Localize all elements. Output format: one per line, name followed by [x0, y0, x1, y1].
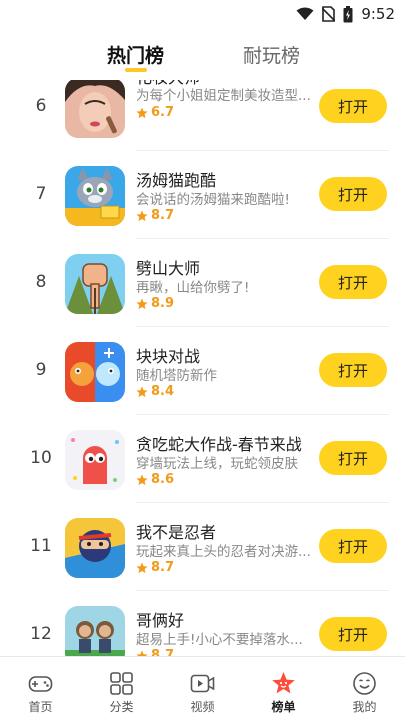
rank-number: 6: [35, 96, 47, 116]
divider: [136, 502, 389, 503]
app-icon-snake[interactable]: [65, 430, 125, 490]
rank-number: 7: [35, 184, 47, 204]
nav-label: 我的: [352, 700, 377, 714]
open-button[interactable]: 打开: [319, 441, 387, 475]
nav-label: 首页: [28, 700, 53, 714]
app-description: 会说话的汤姆猫来跑酷啦!: [136, 192, 290, 208]
divider: [136, 326, 389, 327]
nav-label: 榜单: [271, 700, 296, 714]
app-rating: 8.6: [136, 472, 174, 487]
nav-label: 视频: [190, 700, 215, 714]
video-icon: [190, 674, 215, 693]
open-button[interactable]: 打开: [319, 265, 387, 299]
nav-video[interactable]: 视频: [162, 657, 243, 720]
rank-number: 11: [30, 536, 52, 556]
list-item[interactable]: 11 我不是忍者 玩起来真上头的忍者对决游... 8.7 打开: [0, 504, 405, 592]
app-icon-makeup[interactable]: [65, 80, 125, 138]
rating-value: 8.7: [151, 560, 175, 575]
nav-label: 分类: [109, 700, 134, 714]
app-description: 穿墙玩法上线，玩蛇领皮肤: [136, 456, 298, 472]
ranking-tabs: 热门榜 耐玩榜: [0, 28, 405, 80]
rating-value: 8.4: [151, 384, 175, 399]
smile-icon: [353, 672, 376, 695]
bottom-nav: 首页 分类 视频 榜单 我的: [0, 656, 405, 720]
app-rating: 8.7: [136, 648, 174, 656]
app-rating: 6.7: [136, 105, 174, 120]
app-icon-block-battle[interactable]: [65, 342, 125, 402]
rating-value: 6.7: [151, 105, 175, 120]
list-item[interactable]: 9 块块对战 随机塔防新作 8.4 打开: [0, 328, 405, 416]
open-button[interactable]: 打开: [319, 617, 387, 651]
open-button[interactable]: 打开: [319, 353, 387, 387]
app-icon-tom-cat[interactable]: [65, 166, 125, 226]
divider: [136, 238, 389, 239]
app-description: 超易上手!小心不要掉落水...: [136, 632, 303, 648]
nav-profile[interactable]: 我的: [324, 657, 405, 720]
list-item[interactable]: 10 贪吃蛇大作战-春节来战 穿墙玩法上线，玩蛇领皮肤 8.6 打开: [0, 416, 405, 504]
list-item[interactable]: 8 劈山大师 再瞅，山给你劈了! 8.9 打开: [0, 240, 405, 328]
game-list[interactable]: 6 化妆大师 为每个小姐姐定制美妆造型... 6.7 打开 7: [0, 80, 405, 656]
rating-value: 8.7: [151, 208, 175, 223]
battery-icon: [343, 5, 353, 22]
divider: [136, 414, 389, 415]
app-icon-mountain-splitter[interactable]: [65, 254, 125, 314]
rating-value: 8.9: [151, 296, 175, 311]
rank-number: 12: [30, 624, 52, 644]
app-description: 再瞅，山给你劈了!: [136, 280, 250, 296]
open-button[interactable]: 打开: [319, 89, 387, 123]
status-bar: 9:52: [0, 0, 405, 28]
tab-hot[interactable]: 热门榜: [107, 41, 164, 68]
no-sim-icon: [322, 6, 336, 22]
app-description: 随机塔防新作: [136, 368, 217, 384]
rank-number: 10: [30, 448, 52, 468]
app-description: 为每个小姐姐定制美妆造型...: [136, 88, 311, 104]
app-icon-ninja[interactable]: [65, 518, 125, 578]
divider: [136, 590, 389, 591]
list-item[interactable]: 6 化妆大师 为每个小姐姐定制美妆造型... 6.7 打开: [0, 80, 405, 152]
star-icon: [136, 210, 148, 221]
app-icon-brothers[interactable]: [65, 606, 125, 656]
app-rating: 8.7: [136, 560, 174, 575]
grid-icon: [110, 672, 133, 695]
divider: [136, 150, 389, 151]
app-description: 玩起来真上头的忍者对决游...: [136, 544, 311, 560]
nav-home[interactable]: 首页: [0, 657, 81, 720]
rating-value: 8.7: [151, 648, 175, 656]
tab-durable[interactable]: 耐玩榜: [243, 41, 300, 68]
nav-category[interactable]: 分类: [81, 657, 162, 720]
open-button[interactable]: 打开: [319, 529, 387, 563]
list-item[interactable]: 12 哥俩好 超易上手!小心不要掉落水... 8.7 打开: [0, 592, 405, 656]
rating-value: 8.6: [151, 472, 175, 487]
nav-ranking[interactable]: 榜单: [243, 657, 324, 720]
rank-number: 8: [35, 272, 47, 292]
star-icon: [136, 474, 148, 485]
open-button[interactable]: 打开: [319, 177, 387, 211]
star-icon: [136, 298, 148, 309]
app-rating: 8.9: [136, 296, 174, 311]
star-icon: [136, 562, 148, 573]
list-item[interactable]: 7 汤姆猫跑酷 会说话的汤姆猫来跑酷啦! 8.7 打开: [0, 152, 405, 240]
star-icon: [272, 672, 295, 694]
gamepad-icon: [28, 676, 53, 692]
status-time: 9:52: [361, 5, 395, 23]
active-tab-indicator: [125, 68, 147, 72]
star-icon: [136, 386, 148, 397]
app-rating: 8.7: [136, 208, 174, 223]
app-rating: 8.4: [136, 384, 174, 399]
rank-number: 9: [35, 360, 47, 380]
status-icons: 9:52: [296, 5, 395, 23]
wifi-icon: [296, 7, 314, 20]
star-icon: [136, 107, 148, 118]
